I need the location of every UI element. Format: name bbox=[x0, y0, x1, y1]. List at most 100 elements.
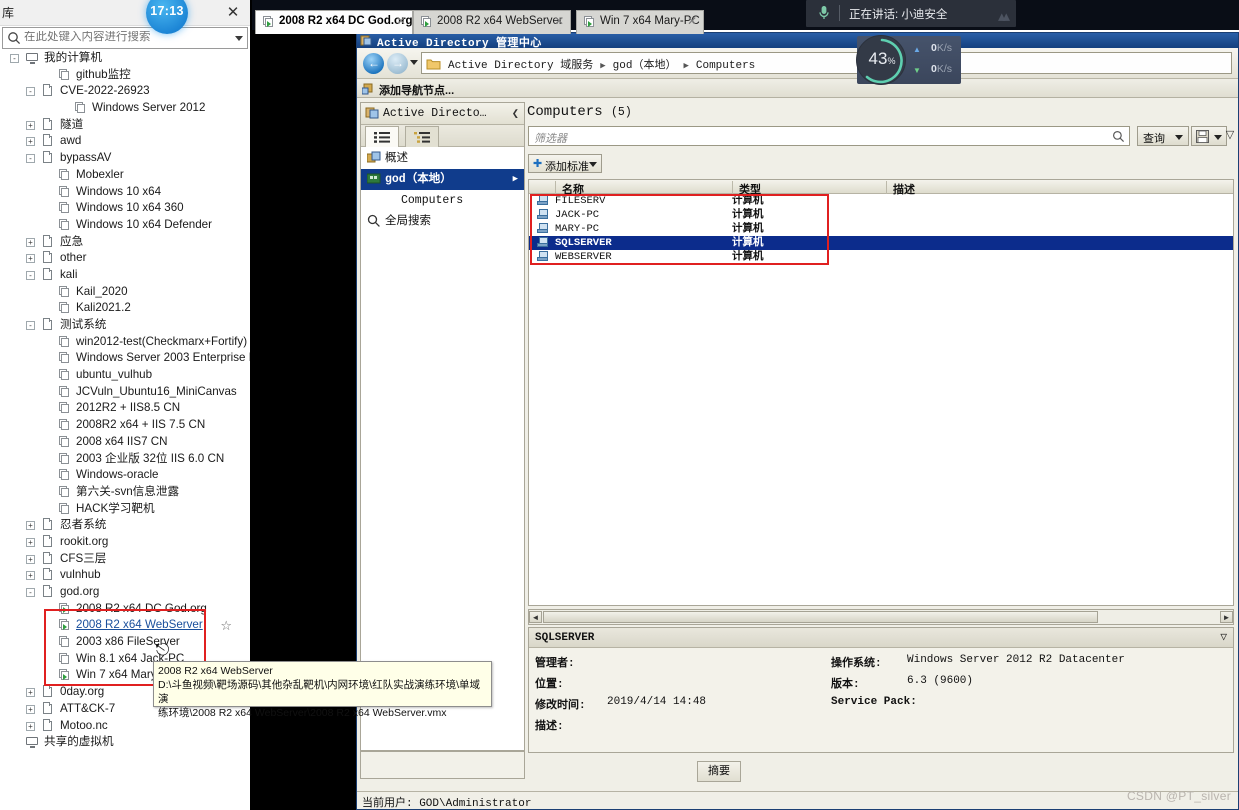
scroll-right-arrow-icon[interactable]: ► bbox=[1220, 611, 1233, 623]
tree-twisty[interactable]: + bbox=[26, 137, 35, 147]
tree-twisty[interactable]: + bbox=[26, 688, 35, 698]
scroll-left-arrow-icon[interactable]: ◄ bbox=[529, 611, 542, 623]
vm-tree-item[interactable]: HACK学习靶机 bbox=[0, 501, 250, 518]
favorite-star-icon[interactable]: ☆ bbox=[220, 618, 232, 635]
save-button[interactable] bbox=[1191, 126, 1227, 146]
chevron-down-icon[interactable] bbox=[1175, 135, 1183, 140]
search-icon[interactable] bbox=[1112, 130, 1125, 146]
grid-column-header[interactable]: 类型 bbox=[732, 181, 761, 197]
detail-pane-header[interactable]: SQLSERVER ▽ bbox=[529, 628, 1233, 648]
tree-twisty[interactable]: + bbox=[26, 120, 35, 130]
chevron-right-icon[interactable]: ▶ bbox=[513, 169, 518, 190]
tab-summary[interactable]: 摘要 bbox=[697, 761, 741, 782]
vm-tab[interactable]: Win 7 x64 Mary-PC ✕ bbox=[576, 10, 704, 34]
tree-twisty[interactable]: + bbox=[26, 704, 35, 714]
vm-tree-item[interactable]: + CFS三层 bbox=[0, 551, 250, 568]
grid-column-header[interactable]: 名称 bbox=[555, 181, 584, 197]
chevron-down-icon[interactable] bbox=[235, 36, 243, 41]
tree-twisty[interactable]: - bbox=[26, 588, 35, 597]
tree-twisty[interactable]: - bbox=[26, 270, 35, 280]
vm-tree-item[interactable]: + 忍者系统 bbox=[0, 517, 250, 534]
tree-twisty[interactable]: - bbox=[26, 87, 35, 97]
tree-twisty[interactable]: + bbox=[26, 554, 35, 564]
vm-tree-item[interactable]: 共享的虚拟机 bbox=[0, 734, 250, 751]
library-search-box[interactable] bbox=[2, 27, 248, 49]
tree-view-tab[interactable] bbox=[405, 126, 439, 147]
vm-tree-item[interactable]: Windows 10 x64 Defender bbox=[0, 217, 250, 234]
breadcrumb-item[interactable]: Active Directory 域服务 bbox=[448, 60, 593, 72]
chevron-down-icon[interactable]: ▽ bbox=[1220, 630, 1227, 644]
tree-twisty[interactable]: + bbox=[26, 571, 35, 581]
vm-tree-item[interactable]: + 应急 bbox=[0, 234, 250, 251]
forward-arrow-icon[interactable]: → bbox=[387, 53, 408, 74]
table-row[interactable]: SQLSERVER 计算机 bbox=[529, 236, 1233, 250]
tree-twisty[interactable]: - bbox=[26, 321, 35, 330]
table-row[interactable]: FILESERV 计算机 bbox=[529, 194, 1233, 208]
search-input[interactable] bbox=[24, 31, 227, 43]
close-icon[interactable]: ✕ bbox=[687, 14, 697, 28]
chevron-down-icon[interactable] bbox=[410, 60, 418, 65]
vm-tree-item[interactable]: Windows-oracle bbox=[0, 467, 250, 484]
adac-nav-item[interactable]: 全局搜索 bbox=[361, 211, 524, 232]
list-view-tab[interactable] bbox=[365, 126, 399, 147]
vm-tree-item[interactable]: - CVE-2022-26923 bbox=[0, 83, 250, 100]
vm-tree-item[interactable]: 2008 R2 x64 WebServer ☆ bbox=[0, 617, 250, 634]
vm-tree-item[interactable]: - 测试系统 bbox=[0, 317, 250, 334]
navigation-view-tabs[interactable] bbox=[361, 125, 524, 147]
navigation-item-list[interactable]: 概述 god（本地） ▶ Computers 全局搜索 bbox=[361, 148, 524, 750]
vm-tree-item[interactable]: 2012R2 + IIS8.5 CN bbox=[0, 400, 250, 417]
adac-nav-item[interactable]: Computers bbox=[361, 190, 524, 211]
add-navigation-node-bar[interactable]: 添加导航节点... bbox=[357, 79, 1238, 98]
tree-twisty[interactable]: + bbox=[26, 254, 35, 264]
vm-tab[interactable]: 2008 R2 x64 WebServer ✕ bbox=[413, 10, 571, 34]
vm-tree-item[interactable]: github监控 bbox=[0, 67, 250, 84]
vm-tree-item[interactable]: win2012-test(Checkmarx+Fortify) bbox=[0, 334, 250, 351]
query-button[interactable]: 查询 bbox=[1137, 126, 1189, 146]
vm-tree-item[interactable]: 2008 R2 x64 DC God.org bbox=[0, 601, 250, 618]
chevron-down-icon[interactable] bbox=[589, 162, 597, 167]
close-icon[interactable]: ✕ bbox=[222, 3, 244, 23]
tree-twisty[interactable]: + bbox=[26, 721, 35, 731]
grid-column-header[interactable]: 描述 bbox=[886, 181, 915, 197]
tree-twisty[interactable]: - bbox=[10, 54, 19, 63]
vm-tree-item[interactable]: - kali bbox=[0, 267, 250, 284]
vm-tree-item[interactable]: 第六关-svn信息泄露 bbox=[0, 484, 250, 501]
chevron-up-icon[interactable]: ▽ bbox=[1223, 126, 1237, 146]
vm-tree-item[interactable]: - bypassAV bbox=[0, 150, 250, 167]
vm-tree-item[interactable]: - 我的计算机 bbox=[0, 50, 250, 67]
vm-tree-item[interactable]: Mobexler bbox=[0, 167, 250, 184]
vm-tree-item[interactable]: Windows 10 x64 360 bbox=[0, 200, 250, 217]
add-criteria-button[interactable]: ✚ 添加标准 bbox=[528, 154, 602, 173]
vm-tree-item[interactable]: ubuntu_vulhub bbox=[0, 367, 250, 384]
horizontal-scrollbar[interactable]: ◄ ► bbox=[528, 609, 1234, 625]
breadcrumb-item[interactable]: god（本地） bbox=[613, 60, 677, 72]
vm-tree-item[interactable]: 2003 x86 FileServer bbox=[0, 634, 250, 651]
vm-tree-item[interactable]: + Motoo.nc bbox=[0, 718, 250, 735]
table-row[interactable]: WEBSERVER 计算机 bbox=[529, 250, 1233, 264]
vm-tree-item[interactable]: Kail_2020 bbox=[0, 284, 250, 301]
tree-twisty[interactable]: - bbox=[26, 154, 35, 164]
tree-twisty[interactable]: + bbox=[26, 237, 35, 247]
close-icon[interactable]: ✕ bbox=[554, 14, 564, 28]
vm-tree-item[interactable]: Windows Server 2012 bbox=[0, 100, 250, 117]
vm-tree-item[interactable]: - god.org bbox=[0, 584, 250, 601]
table-row[interactable]: JACK-PC 计算机 bbox=[529, 208, 1233, 222]
vm-tree-item[interactable]: 2008 x64 IIS7 CN bbox=[0, 434, 250, 451]
breadcrumb[interactable]: Active Directory 域服务 ▶ god（本地） ▶ Computers bbox=[421, 52, 1232, 74]
vm-tree-item[interactable]: + 隧道 bbox=[0, 117, 250, 134]
vm-tree-item[interactable]: JCVuln_Ubuntu16_MiniCanvas bbox=[0, 384, 250, 401]
vm-tree-item[interactable]: + other bbox=[0, 250, 250, 267]
vm-tree-item[interactable]: + rookit.org bbox=[0, 534, 250, 551]
chevron-down-icon[interactable] bbox=[1214, 135, 1222, 140]
vm-tree-item[interactable]: Windows 10 x64 bbox=[0, 184, 250, 201]
vm-tree-item[interactable]: 2003 企业版 32位 IIS 6.0 CN bbox=[0, 451, 250, 468]
computers-grid[interactable]: 名称 类型 描述 FILESERV 计算机 JACK-PC 计算机 MARY-PC 计算机 SQ… bbox=[528, 179, 1234, 606]
vm-tree-item[interactable]: 2008R2 x64 + IIS 7.5 CN bbox=[0, 417, 250, 434]
vm-tab[interactable]: 2008 R2 x64 DC God.org ✕ bbox=[255, 10, 413, 34]
grid-body[interactable]: FILESERV 计算机 JACK-PC 计算机 MARY-PC 计算机 SQLSERVER… bbox=[529, 194, 1233, 605]
close-icon[interactable]: ✕ bbox=[396, 14, 406, 28]
grid-header-row[interactable]: 名称 类型 描述 bbox=[529, 180, 1233, 197]
adac-nav-item[interactable]: god（本地） ▶ bbox=[361, 169, 524, 190]
breadcrumb-item[interactable]: Computers bbox=[696, 60, 755, 72]
tree-twisty[interactable]: + bbox=[26, 537, 35, 547]
